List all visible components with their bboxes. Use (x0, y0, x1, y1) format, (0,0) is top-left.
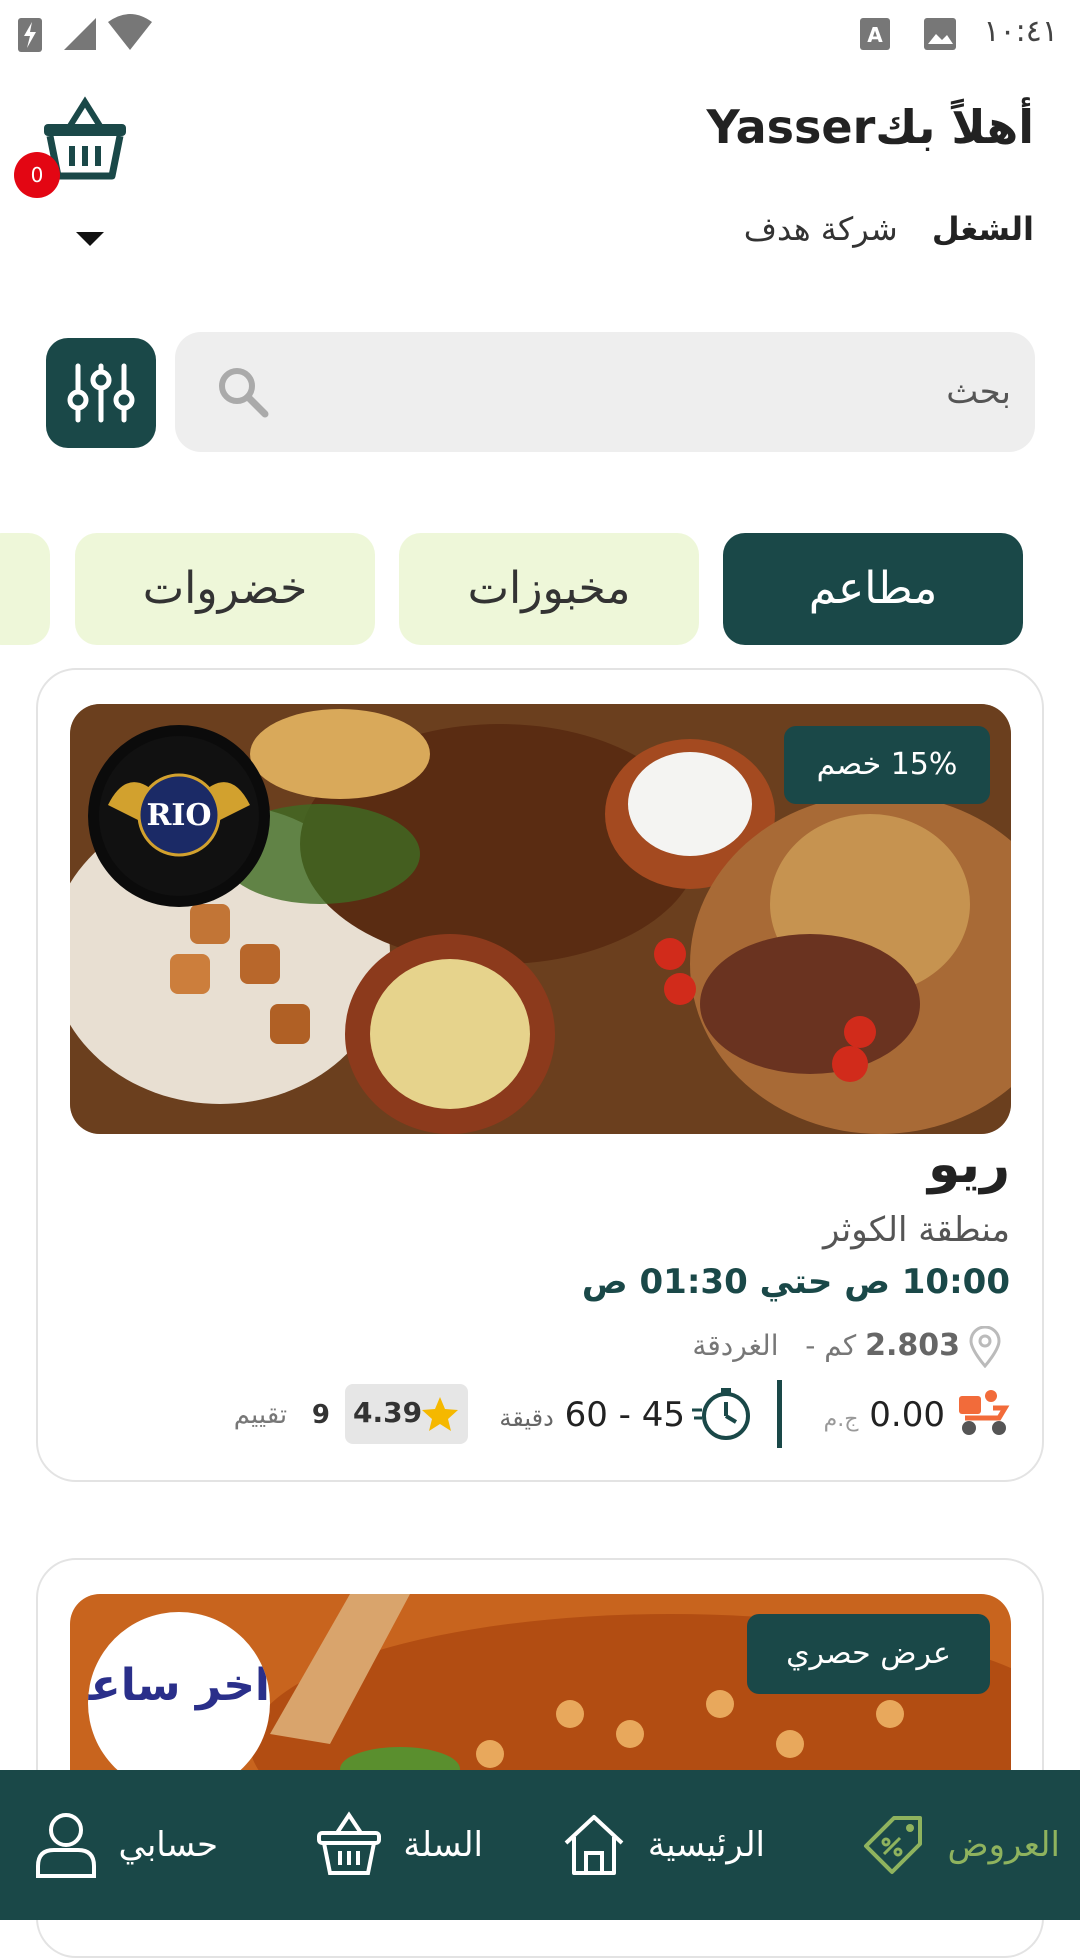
star-icon (422, 1397, 458, 1431)
distance-separator: - (805, 1329, 816, 1362)
search-input[interactable] (285, 332, 1011, 452)
stopwatch-icon (692, 1388, 750, 1440)
offers-tag-icon (863, 1816, 922, 1874)
restaurant-area: منطقة الكوثر (823, 1210, 1010, 1250)
nav-home-label: الرئيسية (647, 1825, 765, 1865)
cart-count-badge: 0 (14, 152, 60, 198)
category-tab-restaurants[interactable]: مطاعم (723, 533, 1023, 645)
status-bar: A ١٠:٤١ (0, 0, 1080, 72)
svg-text:A: A (867, 23, 883, 47)
filter-sliders-icon (67, 363, 135, 423)
category-tab-partial[interactable] (0, 533, 50, 645)
nav-offers[interactable]: العروض (835, 1770, 1060, 1920)
time-unit: دقيقة (499, 1404, 554, 1432)
company-name: شركة هدف (743, 210, 898, 248)
restaurant-name: ريو (927, 1135, 1010, 1195)
image-icon (924, 18, 956, 50)
delivery-scooter-icon (959, 1390, 1010, 1435)
delivery-time-value: 45 - 60 (564, 1395, 685, 1435)
company-label: الشغل (931, 210, 1034, 248)
nav-offers-label: العروض (947, 1825, 1061, 1865)
battery-charging-icon (18, 18, 42, 52)
discount-badge: 15% خصم (784, 726, 990, 804)
distance-value: 2.803 (865, 1328, 960, 1363)
currency-label: ج.م (823, 1407, 859, 1432)
distance-unit: كم (824, 1329, 857, 1362)
signal-icon (64, 18, 96, 50)
company-row[interactable]: الشغل شركة هدف (744, 210, 1034, 248)
reviews-label: تقييم (233, 1400, 288, 1430)
reviews: 9 تقييم (230, 1385, 330, 1445)
dropdown-caret-icon[interactable] (76, 232, 104, 246)
basket-icon (317, 1811, 382, 1875)
restaurant-hours: 10:00 ص حتي 01:30 ص (581, 1262, 1010, 1302)
nav-account[interactable]: حسابي (18, 1770, 218, 1920)
restaurant-logo: RIO (88, 725, 270, 907)
search-bar (175, 332, 1035, 452)
home-icon (564, 1815, 624, 1875)
restaurant-distance: 2.803 كم - الغردقة (692, 1328, 960, 1363)
location-pin-icon (969, 1326, 1001, 1368)
search-icon[interactable] (215, 364, 271, 420)
reviews-count: 9 (311, 1400, 330, 1430)
rating-value: 4.39 (353, 1396, 423, 1429)
rating-chip: 4.39 (345, 1384, 468, 1444)
info-divider (777, 1380, 782, 1448)
nav-home[interactable]: الرئيسية (540, 1770, 765, 1920)
logo-text: RIO (146, 798, 211, 833)
exclusive-offer-badge: عرض حصري (747, 1614, 990, 1694)
delivery-time: 45 - 60 دقيقة (475, 1385, 685, 1445)
wifi-icon (108, 14, 152, 50)
keyboard-a-icon: A (860, 18, 890, 50)
filter-button[interactable] (46, 338, 156, 448)
category-tab-bakery[interactable]: مخبوزات (399, 533, 699, 645)
user-icon (36, 1813, 97, 1878)
greeting-text: أهلاً بكYasser (706, 100, 1035, 154)
nav-cart-label: السلة (403, 1825, 483, 1865)
delivery-fee: 0.00 ج.م (800, 1385, 945, 1445)
nav-account-label: حسابي (118, 1825, 218, 1865)
status-time: ١٠:٤١ (983, 14, 1058, 49)
category-tab-vegetables[interactable]: خضروات (75, 533, 375, 645)
restaurant-logo: اخر ساعه (88, 1612, 270, 1794)
delivery-fee-value: 0.00 (869, 1395, 945, 1435)
bottom-navigation: العروض الرئيسية السلة حسابي (0, 1770, 1080, 1920)
logo-text: اخر ساعه (88, 1660, 270, 1711)
nav-cart[interactable]: السلة (283, 1770, 483, 1920)
restaurant-city: الغردقة (692, 1329, 779, 1362)
